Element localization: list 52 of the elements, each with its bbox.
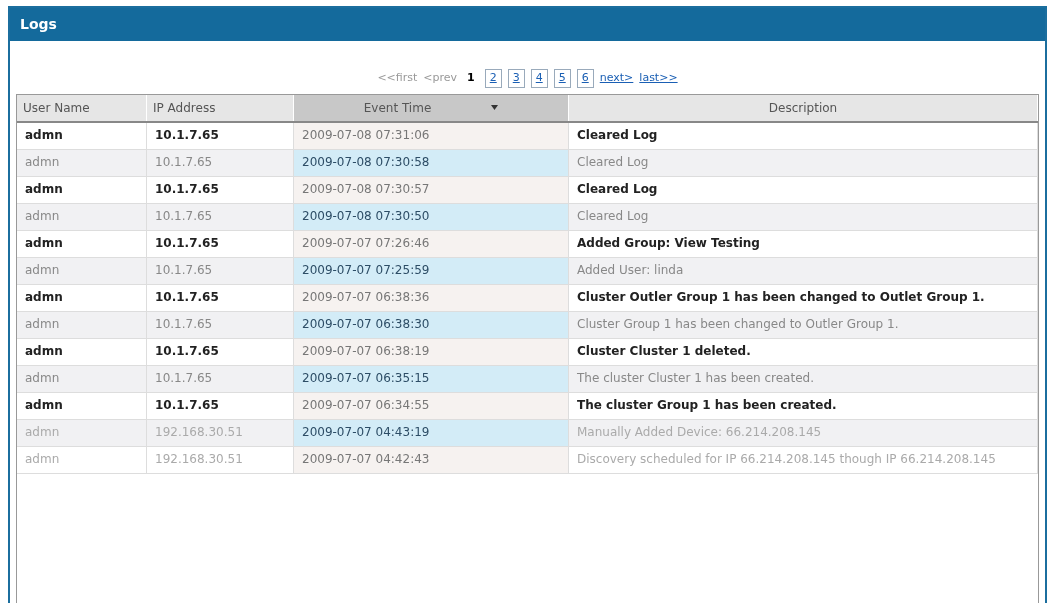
event-time-cell: 2009-07-08 07:30:57 xyxy=(294,176,569,203)
event-time-cell: 2009-07-07 04:43:19 xyxy=(294,419,569,446)
user-name-cell: admn xyxy=(17,311,147,338)
sort-down-icon xyxy=(491,105,499,110)
page-link[interactable]: 4 xyxy=(530,69,548,88)
description-cell: Added Group: View Testing xyxy=(569,230,1038,257)
user-name-cell: admn xyxy=(17,446,147,473)
user-name-cell: admn xyxy=(17,284,147,311)
window-title: Logs xyxy=(10,8,1045,41)
event-time-cell: 2009-07-07 07:26:46 xyxy=(294,230,569,257)
description-cell: Added User: linda xyxy=(569,257,1038,284)
event-time-cell: 2009-07-08 07:31:06 xyxy=(294,122,569,149)
user-name-cell: admn xyxy=(17,230,147,257)
next-page-link[interactable]: next> xyxy=(599,70,634,87)
page-link[interactable]: 6 xyxy=(576,69,594,88)
description-cell: Cleared Log xyxy=(569,149,1038,176)
description-cell: Cleared Log xyxy=(569,203,1038,230)
description-cell: Manually Added Device: 66.214.208.145 xyxy=(569,419,1038,446)
user-name-cell: admn xyxy=(17,122,147,149)
user-name-cell: admn xyxy=(17,176,147,203)
user-name-cell: admn xyxy=(17,365,147,392)
event-time-cell: 2009-07-08 07:30:58 xyxy=(294,149,569,176)
description-cell: Discovery scheduled for IP 66.214.208.145 though IP 66.214.208.145 xyxy=(569,446,1038,473)
page-link[interactable]: 2 xyxy=(484,69,502,88)
event-time-cell: 2009-07-08 07:30:50 xyxy=(294,203,569,230)
column-header[interactable]: Event Time xyxy=(294,94,569,121)
user-name-cell: admn xyxy=(17,257,147,284)
user-name-cell: admn xyxy=(17,149,147,176)
user-name-cell: admn xyxy=(17,392,147,419)
event-time-cell: 2009-07-07 06:38:30 xyxy=(294,311,569,338)
user-name-cell: admn xyxy=(17,203,147,230)
page-link[interactable]: 1 xyxy=(463,70,479,87)
column-header[interactable]: Description xyxy=(569,94,1038,121)
column-header[interactable]: User Name xyxy=(17,94,147,121)
description-cell: Cluster Outler Group 1 has been changed to Outlet Group 1. xyxy=(569,284,1038,311)
page-link[interactable]: 5 xyxy=(553,69,571,88)
user-name-cell: admn xyxy=(17,419,147,446)
description-cell: Cluster Cluster 1 deleted. xyxy=(569,338,1038,365)
page-link[interactable]: 3 xyxy=(507,69,525,88)
event-time-cell: 2009-07-07 06:38:19 xyxy=(294,338,569,365)
description-cell: Cleared Log xyxy=(569,122,1038,149)
event-time-cell: 2009-07-07 06:35:15 xyxy=(294,365,569,392)
event-time-cell: 2009-07-07 06:38:36 xyxy=(294,284,569,311)
description-cell: The cluster Group 1 has been created. xyxy=(569,392,1038,419)
event-time-cell: 2009-07-07 04:42:43 xyxy=(294,446,569,473)
description-cell: The cluster Cluster 1 has been created. xyxy=(569,365,1038,392)
description-cell: Cleared Log xyxy=(569,176,1038,203)
user-name-cell: admn xyxy=(17,338,147,365)
event-time-cell: 2009-07-07 07:25:59 xyxy=(294,257,569,284)
event-time-cell: 2009-07-07 06:34:55 xyxy=(294,392,569,419)
last-page-link[interactable]: last>> xyxy=(639,70,678,87)
description-cell: Cluster Group 1 has been changed to Outler Group 1. xyxy=(569,311,1038,338)
